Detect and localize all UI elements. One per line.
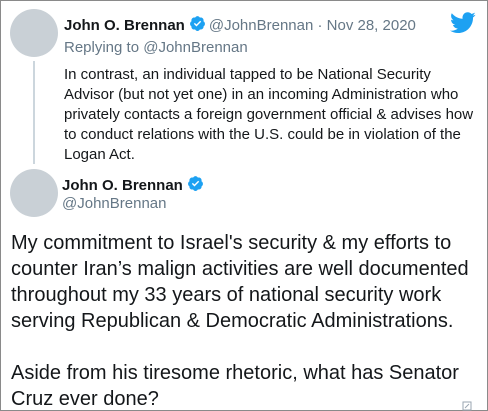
parent-tweet-text: In contrast, an individual tapped to be … (64, 66, 474, 163)
tweet-paragraph: Aside from his tiresome rhetoric, what h… (11, 362, 459, 410)
author-name[interactable]: John O. Brennan (62, 177, 183, 194)
thread-connector-line (33, 61, 35, 164)
avatar[interactable] (10, 169, 58, 217)
replying-to-label: Replying to (64, 39, 140, 56)
meta-separator: · (317, 17, 323, 34)
main-tweet-text: My commitment to Israel's security & my … (11, 230, 481, 411)
author-name[interactable]: John O. Brennan (64, 17, 185, 34)
main-tweet-author: John O. Brennan (62, 175, 207, 196)
parent-tweet-header: John O. Brennan @JohnBrennan · Nov 28, 20… (64, 15, 416, 36)
verified-badge-icon (187, 175, 204, 196)
tweet-screenshot: John O. Brennan @JohnBrennan · Nov 28, 20… (0, 0, 488, 411)
replying-to-line: Replying to @JohnBrennan (64, 39, 248, 56)
replying-to-handle[interactable]: @JohnBrennan (143, 39, 247, 56)
twitter-bird-icon (450, 12, 476, 34)
tweet-paragraph: My commitment to Israel's security & my … (11, 232, 469, 332)
author-handle[interactable]: @JohnBrennan (209, 17, 313, 34)
verified-badge-icon (189, 15, 206, 36)
avatar[interactable] (10, 9, 58, 57)
author-handle[interactable]: @JohnBrennan (62, 195, 166, 212)
corner-mark-icon (462, 398, 472, 411)
tweet-date[interactable]: Nov 28, 2020 (327, 17, 416, 34)
